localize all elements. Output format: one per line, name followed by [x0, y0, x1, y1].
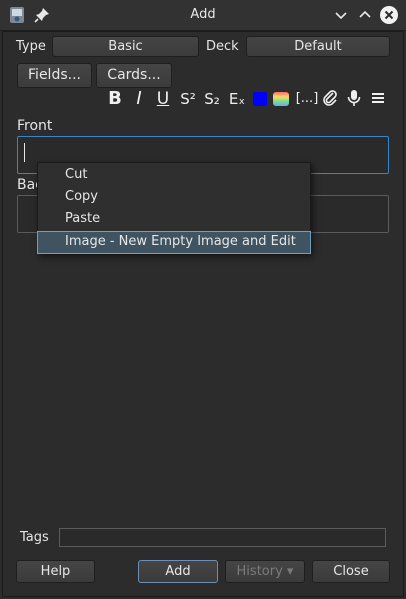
maximize-icon[interactable]: [356, 6, 374, 24]
text-color-button[interactable]: [252, 91, 268, 107]
tags-input[interactable]: [59, 528, 386, 547]
menu-item-cut[interactable]: Cut: [38, 164, 310, 186]
deck-label: Deck: [206, 39, 239, 54]
clear-formatting-button[interactable]: Eₓ: [226, 89, 248, 109]
microphone-icon[interactable]: [345, 89, 363, 109]
close-button[interactable]: Close: [312, 560, 390, 583]
deck-button[interactable]: Default: [246, 36, 390, 57]
close-window-icon[interactable]: [379, 5, 399, 25]
menu-item-new-image[interactable]: Image - New Empty Image and Edit: [37, 231, 311, 254]
minimize-icon[interactable]: [332, 6, 350, 24]
tags-label: Tags: [20, 530, 49, 545]
title-bar: Add: [0, 0, 406, 31]
highlight-color-icon[interactable]: [272, 91, 290, 107]
help-button[interactable]: Help: [16, 560, 95, 583]
menu-icon[interactable]: [369, 89, 387, 109]
attachment-icon[interactable]: [321, 89, 339, 109]
type-label: Type: [16, 39, 46, 54]
history-button[interactable]: History ▾: [225, 560, 305, 583]
add-button[interactable]: Add: [138, 560, 218, 583]
subscript-button[interactable]: S₂: [201, 89, 223, 109]
superscript-button[interactable]: S²: [177, 89, 199, 109]
cards-button[interactable]: Cards...: [96, 63, 172, 88]
window-body: [2, 31, 404, 597]
bold-button[interactable]: B: [106, 89, 124, 109]
underline-button[interactable]: U: [154, 89, 172, 109]
text-caret: [24, 143, 25, 162]
fields-button[interactable]: Fields...: [17, 63, 92, 88]
italic-button[interactable]: I: [130, 89, 148, 109]
note-type-button[interactable]: Basic: [52, 36, 199, 57]
menu-item-copy[interactable]: Copy: [38, 186, 310, 208]
front-field-label: Front: [17, 118, 53, 134]
cloze-button[interactable]: [...]: [295, 89, 319, 109]
context-menu: Cut Copy Paste Image - New Empty Image a…: [37, 162, 311, 254]
menu-item-paste[interactable]: Paste: [38, 208, 310, 230]
